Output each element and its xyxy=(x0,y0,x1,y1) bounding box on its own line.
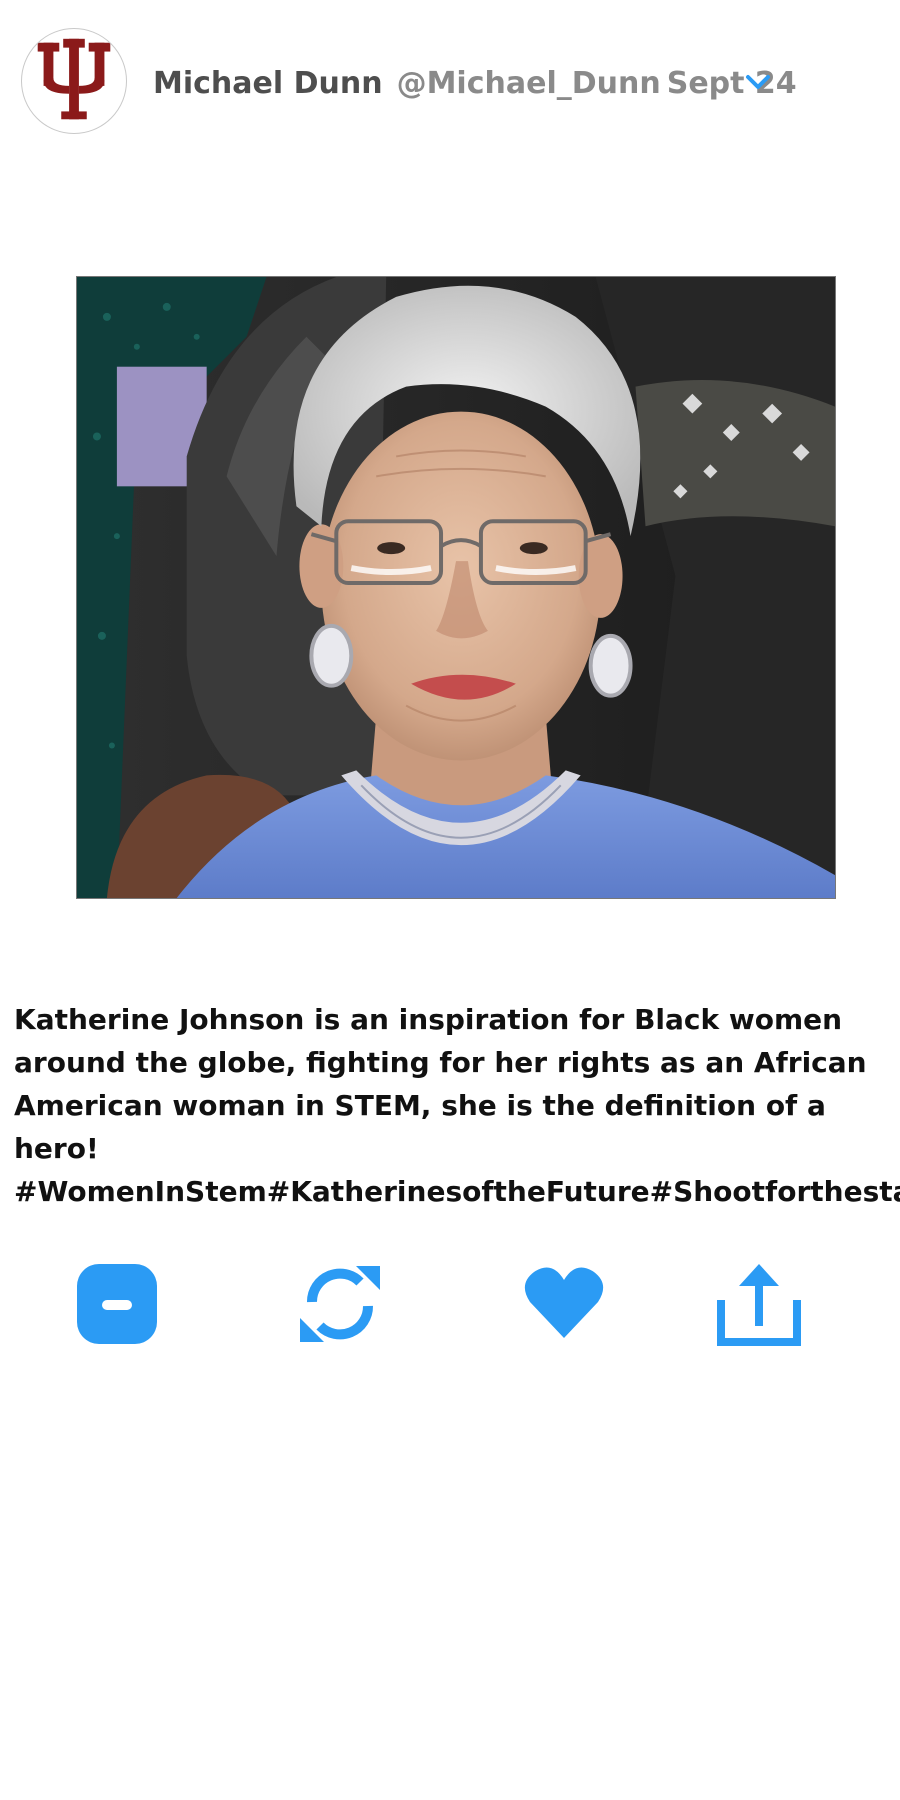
tweet-header: Michael Dunn @Michael_Dunn Sept 24 xyxy=(0,0,900,170)
author-handle[interactable]: @Michael_Dunn xyxy=(397,66,661,101)
avatar[interactable] xyxy=(21,28,127,134)
tweet-text: Katherine Johnson is an inspiration for … xyxy=(14,1003,900,1208)
like-button[interactable] xyxy=(522,1262,606,1346)
share-icon xyxy=(717,1264,801,1346)
author-line: Michael Dunn @Michael_Dunn Sept 24 xyxy=(153,64,797,104)
heart-icon xyxy=(524,1267,604,1338)
tweet-page: Michael Dunn @Michael_Dunn Sept 24 Kathe… xyxy=(0,0,900,1800)
tweet-photo[interactable] xyxy=(76,276,836,899)
retweet-icon xyxy=(300,1266,380,1342)
tweet-date[interactable]: Sept 24 xyxy=(667,66,797,101)
reply-icon xyxy=(77,1264,157,1344)
reply-button[interactable] xyxy=(75,1262,159,1346)
iu-trident-logo-icon xyxy=(22,29,126,133)
tweet-actions xyxy=(0,1262,900,1352)
retweet-button[interactable] xyxy=(298,1262,382,1346)
share-button[interactable] xyxy=(717,1262,801,1346)
portrait-image xyxy=(77,277,835,898)
chevron-down-icon[interactable] xyxy=(744,72,772,94)
author-name[interactable]: Michael Dunn xyxy=(153,66,383,101)
